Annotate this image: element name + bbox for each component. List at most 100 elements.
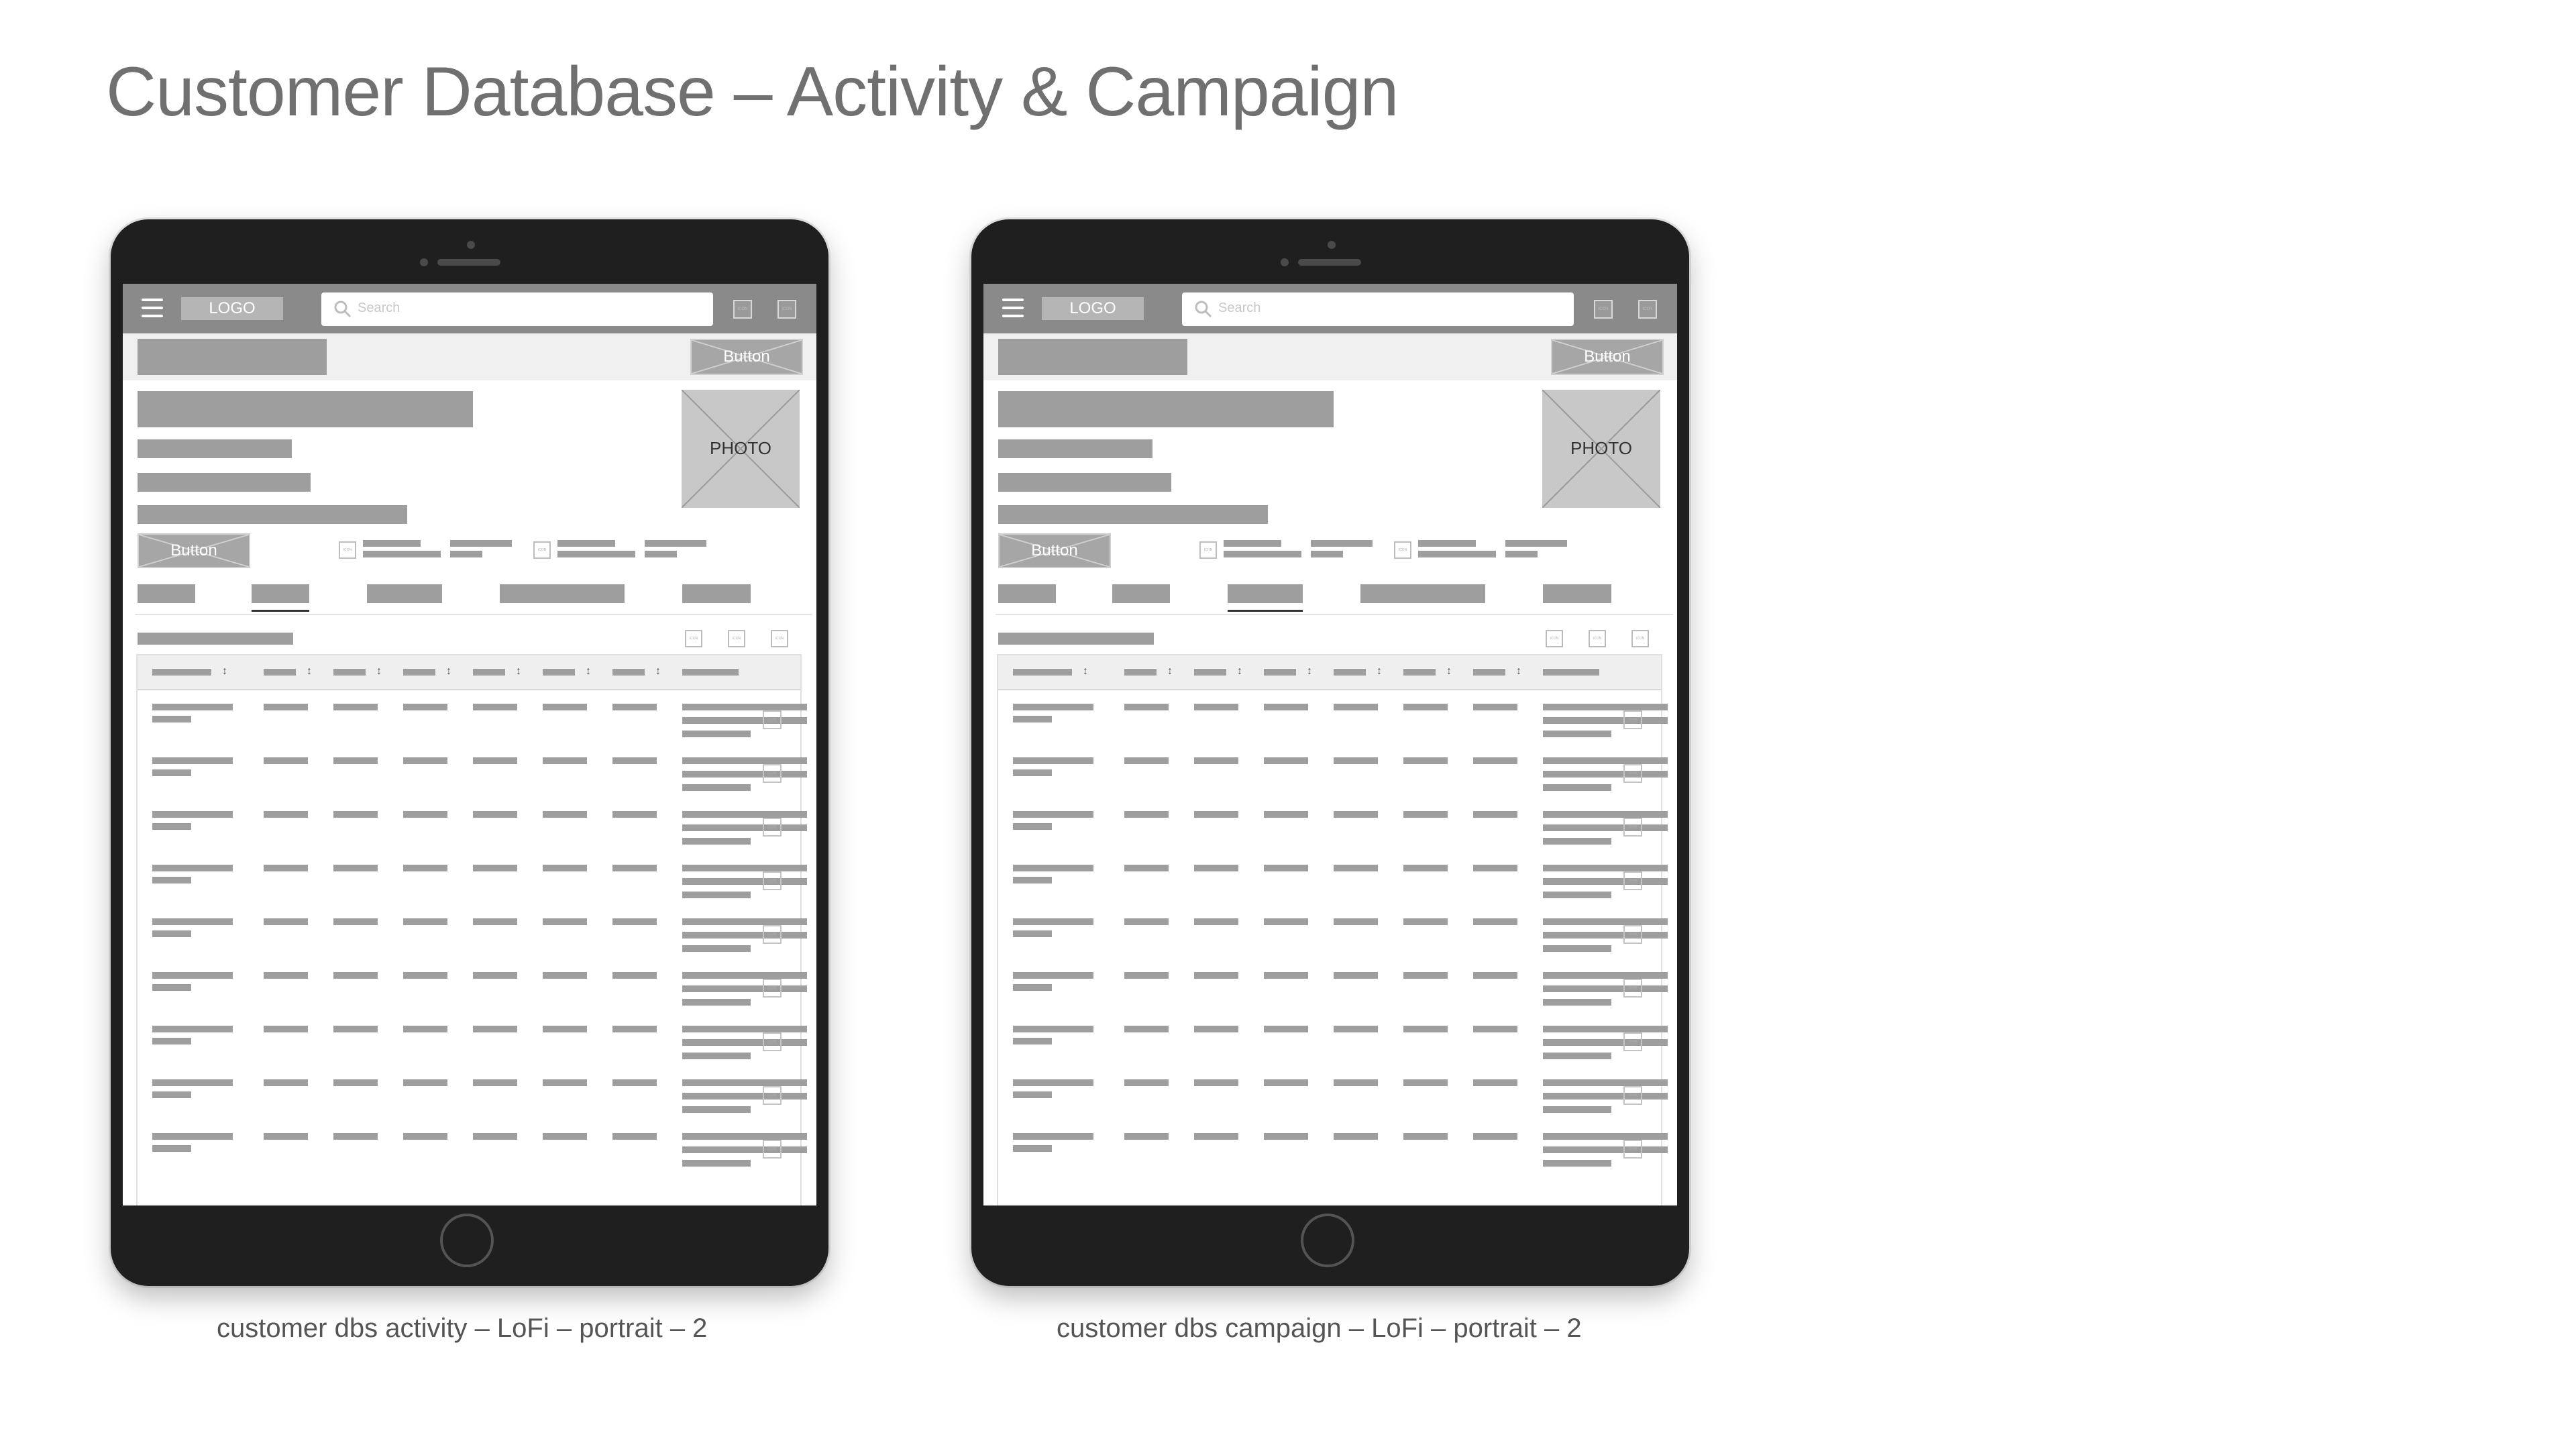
section-action-icon-1[interactable]: ICON <box>685 630 702 647</box>
column-header-1[interactable] <box>1013 669 1072 676</box>
sort-icon[interactable]: ↕ <box>586 666 591 677</box>
menu-icon[interactable] <box>1002 299 1024 317</box>
section-action-icon-3[interactable]: ICON <box>1631 630 1649 647</box>
header-button[interactable]: Button <box>690 339 803 375</box>
home-button[interactable] <box>1301 1214 1354 1267</box>
active-tab-underline <box>1228 610 1303 612</box>
row-action-icon[interactable]: ICON <box>763 1086 782 1105</box>
sort-icon[interactable]: ↕ <box>655 666 661 677</box>
table-row[interactable]: ICON <box>998 963 1668 1016</box>
row-cell-3 <box>333 918 378 925</box>
table-row[interactable]: ICON <box>138 963 807 1016</box>
table-row[interactable]: ICON <box>998 1124 1668 1177</box>
column-header-8[interactable] <box>682 669 739 676</box>
section-action-icon-1[interactable]: ICON <box>1546 630 1563 647</box>
sort-icon[interactable]: ↕ <box>1516 666 1521 677</box>
column-header-6[interactable] <box>1403 669 1436 676</box>
row-action-icon[interactable]: ICON <box>1623 871 1642 890</box>
search-input[interactable]: Search <box>1182 292 1574 326</box>
column-header-2[interactable] <box>264 669 296 676</box>
row-action-icon[interactable]: ICON <box>1623 979 1642 998</box>
sort-icon[interactable]: ↕ <box>516 666 521 677</box>
home-button[interactable] <box>440 1214 494 1267</box>
column-header-1[interactable] <box>152 669 211 676</box>
row-action-icon[interactable]: ICON <box>1623 710 1642 729</box>
column-header-5[interactable] <box>1334 669 1366 676</box>
row-action-icon[interactable]: ICON <box>1623 764 1642 783</box>
column-header-3[interactable] <box>1194 669 1226 676</box>
table-row[interactable]: ICON <box>138 1016 807 1070</box>
table-row[interactable]: ICON <box>138 909 807 963</box>
table-row[interactable]: ICON <box>138 694 807 748</box>
menu-icon[interactable] <box>142 299 163 317</box>
table-row[interactable]: ICON <box>138 1124 807 1177</box>
table-row[interactable]: ICON <box>138 802 807 855</box>
search-input[interactable]: Search <box>321 292 713 326</box>
table-row[interactable]: ICON <box>998 694 1668 748</box>
tab-4[interactable] <box>1360 584 1485 603</box>
table-row[interactable]: ICON <box>998 802 1668 855</box>
tab-2[interactable] <box>252 584 309 603</box>
sort-icon[interactable]: ↕ <box>1307 666 1312 677</box>
table-row[interactable]: ICON <box>998 748 1668 802</box>
sort-icon[interactable]: ↕ <box>446 666 451 677</box>
toolbar-icon-1[interactable]: ICON <box>733 300 752 319</box>
column-header-3[interactable] <box>333 669 366 676</box>
table-row[interactable]: ICON <box>998 1070 1668 1124</box>
section-action-icon-3[interactable]: ICON <box>771 630 788 647</box>
column-header-7[interactable] <box>612 669 645 676</box>
table-row[interactable]: ICON <box>998 1016 1668 1070</box>
column-header-2[interactable] <box>1124 669 1157 676</box>
row-action-icon[interactable]: ICON <box>763 710 782 729</box>
section-action-icon-2[interactable]: ICON <box>728 630 745 647</box>
sort-icon[interactable]: ↕ <box>307 666 312 677</box>
row-action-icon[interactable]: ICON <box>763 764 782 783</box>
row-action-icon[interactable]: ICON <box>763 1032 782 1051</box>
row-action-icon[interactable]: ICON <box>763 871 782 890</box>
sort-icon[interactable]: ↕ <box>1083 666 1088 677</box>
row-action-icon[interactable]: ICON <box>1623 818 1642 837</box>
table-row[interactable]: ICON <box>138 855 807 909</box>
column-header-6[interactable] <box>543 669 575 676</box>
column-header-7[interactable] <box>1473 669 1505 676</box>
sort-icon[interactable]: ↕ <box>1237 666 1242 677</box>
table-row[interactable]: ICON <box>998 855 1668 909</box>
table-row[interactable]: ICON <box>998 909 1668 963</box>
logo[interactable]: LOGO <box>1042 297 1144 320</box>
header-button[interactable]: Button <box>1551 339 1664 375</box>
column-header-4[interactable] <box>403 669 435 676</box>
row-action-icon[interactable]: ICON <box>1623 1086 1642 1105</box>
row-action-icon[interactable]: ICON <box>763 1140 782 1159</box>
section-action-icon-2[interactable]: ICON <box>1589 630 1606 647</box>
sort-icon[interactable]: ↕ <box>1377 666 1382 677</box>
tab-3[interactable] <box>367 584 442 603</box>
table-row[interactable]: ICON <box>138 1070 807 1124</box>
sort-icon[interactable]: ↕ <box>1446 666 1452 677</box>
tab-5[interactable] <box>682 584 751 603</box>
row-action-icon[interactable]: ICON <box>1623 925 1642 944</box>
row-action-icon[interactable]: ICON <box>1623 1140 1642 1159</box>
row-action-icon[interactable]: ICON <box>763 925 782 944</box>
logo[interactable]: LOGO <box>181 297 283 320</box>
tab-1[interactable] <box>998 584 1056 603</box>
table-row[interactable]: ICON <box>138 748 807 802</box>
action-button[interactable]: Button <box>138 533 250 568</box>
toolbar-icon-2[interactable]: ICON <box>1638 300 1657 319</box>
action-button[interactable]: Button <box>998 533 1111 568</box>
column-header-4[interactable] <box>1264 669 1296 676</box>
tab-4[interactable] <box>500 584 625 603</box>
tab-3[interactable] <box>1228 584 1303 603</box>
sort-icon[interactable]: ↕ <box>376 666 382 677</box>
tab-5[interactable] <box>1543 584 1611 603</box>
column-header-8[interactable] <box>1543 669 1599 676</box>
toolbar-icon-2[interactable]: ICON <box>777 300 796 319</box>
row-action-icon[interactable]: ICON <box>763 979 782 998</box>
tab-1[interactable] <box>138 584 195 603</box>
tab-2[interactable] <box>1112 584 1170 603</box>
sort-icon[interactable]: ↕ <box>222 666 227 677</box>
row-action-icon[interactable]: ICON <box>763 818 782 837</box>
column-header-5[interactable] <box>473 669 505 676</box>
sort-icon[interactable]: ↕ <box>1167 666 1173 677</box>
toolbar-icon-1[interactable]: ICON <box>1594 300 1613 319</box>
row-action-icon[interactable]: ICON <box>1623 1032 1642 1051</box>
